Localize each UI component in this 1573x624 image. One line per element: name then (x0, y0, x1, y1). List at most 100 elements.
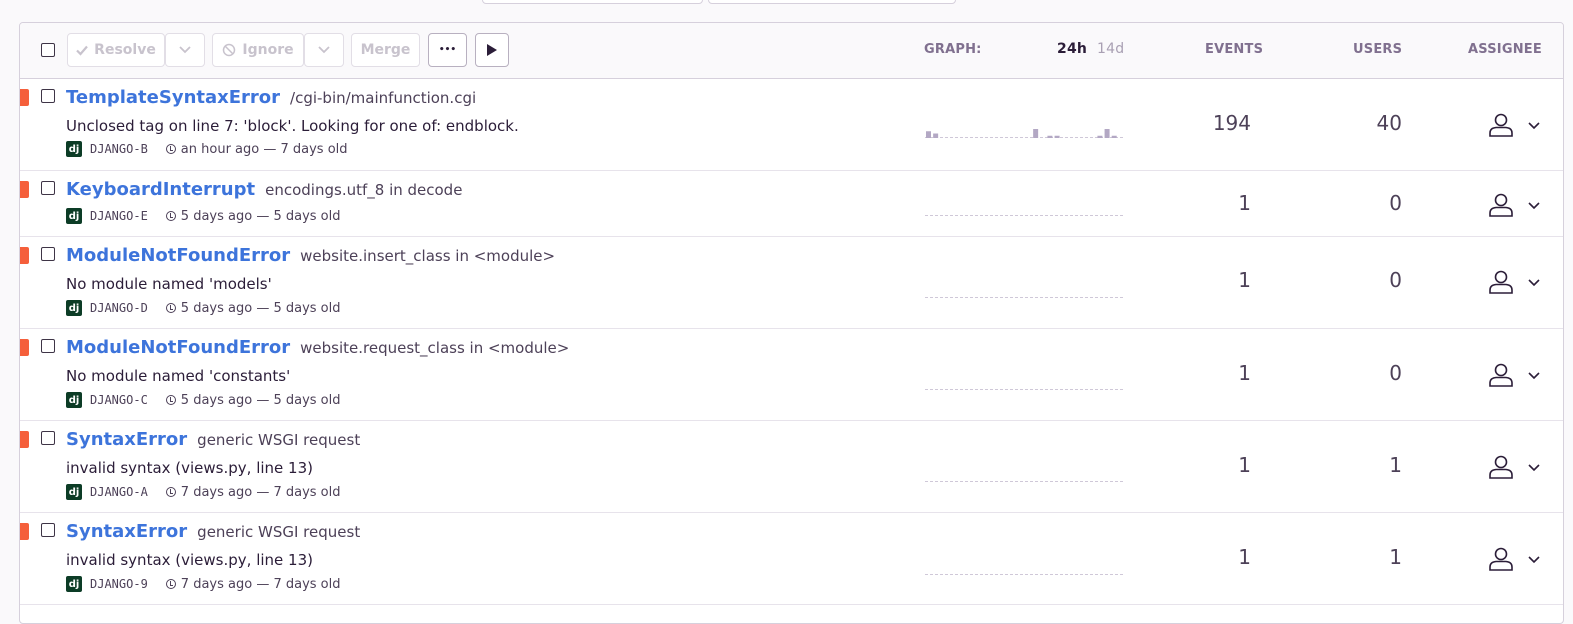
select-all-checkbox[interactable] (41, 43, 55, 57)
sparkline-bar (1111, 135, 1117, 138)
issue-type-link[interactable]: SyntaxError (66, 521, 187, 542)
event-sparkline (925, 215, 1125, 216)
error-level-indicator (20, 523, 29, 540)
event-count: 1 (1238, 268, 1251, 292)
assignee-selector[interactable] (1486, 270, 1546, 294)
issue-row[interactable]: SyntaxError generic WSGI request invalid … (20, 513, 1563, 605)
more-actions-button[interactable]: ••• (428, 33, 467, 67)
issue-time: 5 days ago — 5 days old (180, 300, 341, 316)
ignore-icon (223, 43, 236, 57)
clock-icon (165, 487, 176, 497)
top-filter-control[interactable] (482, 0, 703, 4)
issue-list-header: Resolve Ignore Merge ••• GRAPH: 24h 14d … (20, 23, 1563, 79)
issue-time: 7 days ago — 7 days old (180, 576, 341, 592)
issue-short-id[interactable]: DJANGO-D (90, 301, 148, 315)
issue-meta: dj DJANGO-E 5 days ago — 5 days old (66, 208, 341, 224)
event-sparkline (925, 574, 1125, 575)
graph-period-24h[interactable]: 24h (1057, 41, 1087, 57)
issue-message: No module named 'constants' (66, 367, 291, 385)
events-column-label: EVENTS (1205, 42, 1264, 57)
issue-type-link[interactable]: TemplateSyntaxError (66, 87, 280, 108)
issue-location: website.insert_class in <module> (300, 247, 556, 265)
issue-message: invalid syntax (views.py, line 13) (66, 551, 313, 569)
issue-location: generic WSGI request (197, 523, 361, 541)
issue-title: SyntaxError generic WSGI request (66, 429, 360, 450)
event-count: 1 (1238, 191, 1251, 215)
user-icon (1489, 547, 1513, 571)
assignee-selector[interactable] (1486, 363, 1546, 387)
issue-type-link[interactable]: ModuleNotFoundError (66, 337, 290, 358)
chevron-down-icon (1528, 372, 1540, 380)
assignee-selector[interactable] (1486, 113, 1546, 137)
issue-row[interactable]: TemplateSyntaxError/cgi-bin/mainfunction… (20, 79, 1563, 171)
issue-checkbox[interactable] (41, 89, 55, 103)
issue-checkbox[interactable] (41, 523, 55, 537)
sparkline-bar (1104, 129, 1110, 138)
issue-short-id[interactable]: DJANGO-E (90, 209, 148, 223)
issue-type-link[interactable]: KeyboardInterrupt (66, 179, 255, 200)
user-count: 40 (1376, 111, 1402, 135)
user-count: 1 (1389, 545, 1402, 569)
sparkline-bar (926, 131, 931, 138)
issue-type-link[interactable]: ModuleNotFoundError (66, 245, 290, 266)
ignore-button[interactable]: Ignore (212, 33, 304, 67)
issue-title: KeyboardInterrupt encodings.utf_8 in deco… (66, 179, 462, 200)
issue-row[interactable]: SyntaxError generic WSGI request invalid … (20, 421, 1563, 513)
event-sparkline (925, 481, 1125, 482)
issue-short-id[interactable]: DJANGO-B (90, 142, 148, 156)
issue-row[interactable]: ModuleNotFoundError website.request_class… (20, 329, 1563, 421)
issue-checkbox[interactable] (41, 181, 55, 195)
ignore-dropdown-button[interactable] (304, 33, 344, 67)
realtime-play-button[interactable] (475, 33, 509, 67)
issue-meta: dj DJANGO-C 5 days ago — 5 days old (66, 392, 341, 408)
graph-column-label: GRAPH: (924, 42, 982, 57)
resolve-label: Resolve (94, 42, 156, 58)
merge-button[interactable]: Merge (351, 33, 420, 67)
user-icon (1489, 193, 1513, 217)
clock-icon (165, 144, 176, 154)
issue-meta: dj DJANGO-A 7 days ago — 7 days old (66, 484, 341, 500)
issue-list-panel: Resolve Ignore Merge ••• GRAPH: 24h 14d … (19, 22, 1564, 624)
ellipsis-icon: ••• (438, 45, 457, 55)
assignee-selector[interactable] (1486, 455, 1546, 479)
issue-location: encodings.utf_8 in decode (265, 181, 463, 199)
django-icon: dj (66, 208, 82, 224)
issue-checkbox[interactable] (41, 339, 55, 353)
issue-location: website.request_class in <module> (300, 339, 570, 357)
resolve-button[interactable]: Resolve (67, 33, 165, 67)
issue-message: invalid syntax (views.py, line 13) (66, 459, 313, 477)
event-count: 194 (1212, 111, 1251, 135)
sparkline-bar (933, 133, 939, 138)
sparkline-bar (1033, 129, 1039, 138)
issue-location: generic WSGI request (197, 431, 361, 449)
issue-row[interactable]: ModuleNotFoundError website.insert_class … (20, 237, 1563, 329)
assignee-selector[interactable] (1486, 547, 1546, 571)
resolve-dropdown-button[interactable] (165, 33, 205, 67)
issue-location: /cgi-bin/mainfunction.cgi (290, 89, 477, 107)
event-sparkline (925, 297, 1125, 298)
top-sort-control[interactable] (708, 0, 956, 4)
event-count: 1 (1238, 453, 1251, 477)
issue-title: TemplateSyntaxError/cgi-bin/mainfunction… (66, 87, 476, 108)
graph-period-14d[interactable]: 14d (1097, 41, 1124, 57)
user-count: 1 (1389, 453, 1402, 477)
assignee-column-label: ASSIGNEE (1468, 42, 1542, 57)
issue-short-id[interactable]: DJANGO-C (90, 393, 148, 407)
user-count: 0 (1389, 191, 1402, 215)
issue-short-id[interactable]: DJANGO-A (90, 485, 148, 499)
issue-meta: dj DJANGO-9 7 days ago — 7 days old (66, 576, 341, 592)
issue-message: Unclosed tag on line 7: 'block'. Looking… (66, 117, 519, 135)
issue-title: SyntaxError generic WSGI request (66, 521, 360, 542)
issue-row[interactable]: KeyboardInterrupt encodings.utf_8 in deco… (20, 171, 1563, 237)
user-icon (1489, 113, 1513, 137)
issue-checkbox[interactable] (41, 247, 55, 261)
assignee-selector[interactable] (1486, 193, 1546, 217)
issue-type-link[interactable]: SyntaxError (66, 429, 187, 450)
issue-checkbox[interactable] (41, 431, 55, 445)
django-icon: dj (66, 576, 82, 592)
user-icon (1489, 363, 1513, 387)
clock-icon (165, 303, 176, 313)
sparkline-bar (1097, 135, 1103, 138)
error-level-indicator (20, 89, 29, 106)
issue-short-id[interactable]: DJANGO-9 (90, 577, 148, 591)
